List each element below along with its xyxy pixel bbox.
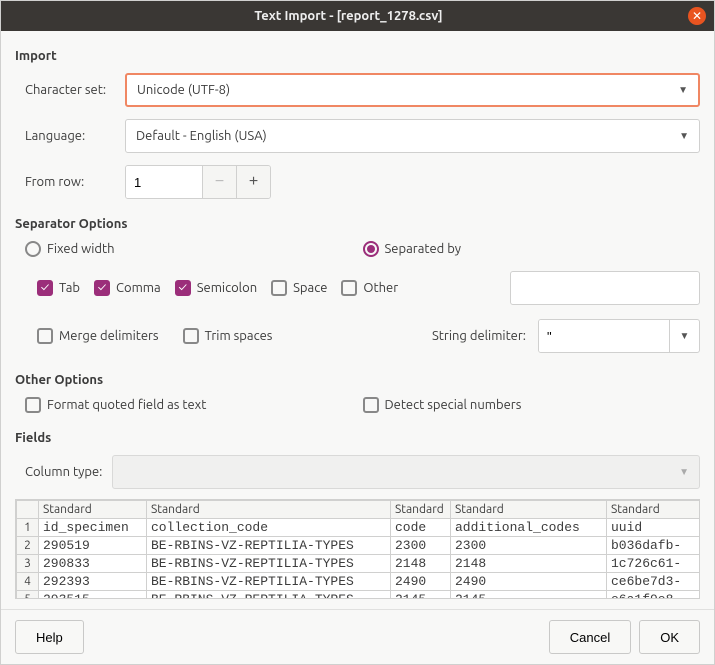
format-quoted-checkbox[interactable] — [25, 397, 41, 413]
fromrow-label: From row: — [15, 175, 125, 189]
table-cell: 290833 — [39, 555, 147, 573]
table-cell: 2145 — [451, 591, 607, 600]
button-bar: Help Cancel OK — [1, 609, 714, 664]
table-row[interactable]: 2290519BE-RBINS-VZ-REPTILIA-TYPES2300230… — [17, 537, 701, 555]
help-button[interactable]: Help — [15, 620, 84, 654]
fromrow-spinner[interactable]: − + — [125, 165, 271, 199]
table-cell: BE-RBINS-VZ-REPTILIA-TYPES — [147, 573, 391, 591]
rownum-cell: 4 — [17, 573, 39, 591]
stringdelim-combo[interactable]: ▼ — [538, 319, 700, 353]
chevron-down-icon: ▼ — [678, 84, 688, 96]
merge-label: Merge delimiters — [59, 329, 159, 343]
window-title: Text Import - [report_1278.csv] — [9, 9, 688, 23]
comma-checkbox[interactable] — [94, 280, 110, 296]
table-cell: 290519 — [39, 537, 147, 555]
table-cell: 292393 — [39, 573, 147, 591]
stringdelim-label: String delimiter: — [432, 329, 526, 343]
chevron-down-icon: ▼ — [679, 130, 689, 142]
coltype-label: Column type: — [25, 465, 102, 479]
table-cell: 2300 — [451, 537, 607, 555]
language-value: Default - English (USA) — [136, 129, 267, 143]
column-header[interactable]: Standard — [39, 501, 147, 519]
separated-by-radio[interactable] — [363, 241, 379, 257]
fromrow-decrement[interactable]: − — [202, 166, 236, 198]
rownum-cell: 3 — [17, 555, 39, 573]
other-section-title: Other Options — [15, 373, 700, 387]
trim-checkbox[interactable] — [183, 328, 199, 344]
rownum-cell: 1 — [17, 519, 39, 537]
table-cell: additional_codes — [451, 519, 607, 537]
table-cell: uuid — [607, 519, 701, 537]
coltype-select: ▼ — [112, 455, 700, 489]
fromrow-increment[interactable]: + — [236, 166, 270, 198]
semicolon-label: Semicolon — [197, 281, 257, 295]
table-cell: 1c726c61- — [607, 555, 701, 573]
charset-value: Unicode (UTF-8) — [137, 83, 230, 97]
fixed-width-radio[interactable] — [25, 241, 41, 257]
trim-label: Trim spaces — [205, 329, 273, 343]
table-row[interactable]: 1id_specimencollection_codecodeadditiona… — [17, 519, 701, 537]
column-header[interactable]: Standard — [607, 501, 701, 519]
table-cell: e6a1f9e8- — [607, 591, 701, 600]
table-cell: 2148 — [391, 555, 451, 573]
charset-select[interactable]: Unicode (UTF-8) ▼ — [125, 73, 700, 107]
table-cell: 2300 — [391, 537, 451, 555]
table-cell: id_specimen — [39, 519, 147, 537]
column-header[interactable]: Standard — [451, 501, 607, 519]
column-header[interactable]: Standard — [391, 501, 451, 519]
separated-by-label: Separated by — [385, 242, 462, 256]
comma-label: Comma — [116, 281, 161, 295]
other-checkbox[interactable] — [341, 280, 357, 296]
table-cell: collection_code — [147, 519, 391, 537]
dialog-content: Import Character set: Unicode (UTF-8) ▼ … — [1, 31, 714, 609]
table-cell: 2490 — [391, 573, 451, 591]
column-header[interactable]: Standard — [147, 501, 391, 519]
ok-button[interactable]: OK — [639, 620, 700, 654]
table-row[interactable]: 5293515BE-RBINS-VZ-REPTILIA-TYPES2145214… — [17, 591, 701, 600]
table-cell: 2148 — [451, 555, 607, 573]
separator-section-title: Separator Options — [15, 217, 700, 231]
cancel-button[interactable]: Cancel — [549, 620, 631, 654]
tab-label: Tab — [59, 281, 80, 295]
space-checkbox[interactable] — [271, 280, 287, 296]
other-label: Other — [363, 281, 398, 295]
fields-section-title: Fields — [15, 431, 700, 445]
chevron-down-icon: ▼ — [679, 466, 689, 478]
detect-special-checkbox[interactable] — [363, 397, 379, 413]
titlebar: Text Import - [report_1278.csv] ✕ — [1, 1, 714, 31]
table-cell: BE-RBINS-VZ-REPTILIA-TYPES — [147, 591, 391, 600]
charset-label: Character set: — [15, 83, 125, 97]
fixed-width-label: Fixed width — [47, 242, 115, 256]
other-separator-input[interactable] — [510, 271, 700, 305]
table-cell: b036dafb- — [607, 537, 701, 555]
chevron-down-icon[interactable]: ▼ — [669, 320, 699, 352]
rownum-cell: 2 — [17, 537, 39, 555]
language-select[interactable]: Default - English (USA) ▼ — [125, 119, 700, 153]
table-row[interactable]: 4292393BE-RBINS-VZ-REPTILIA-TYPES2490249… — [17, 573, 701, 591]
detect-special-label: Detect special numbers — [385, 398, 522, 412]
table-cell: code — [391, 519, 451, 537]
language-label: Language: — [15, 129, 125, 143]
stringdelim-input[interactable] — [539, 320, 669, 352]
merge-checkbox[interactable] — [37, 328, 53, 344]
import-section-title: Import — [15, 49, 700, 63]
space-label: Space — [293, 281, 327, 295]
table-cell: BE-RBINS-VZ-REPTILIA-TYPES — [147, 555, 391, 573]
preview-table[interactable]: StandardStandardStandardStandardStandard… — [15, 499, 700, 599]
rownum-cell: 5 — [17, 591, 39, 600]
tab-checkbox[interactable] — [37, 280, 53, 296]
table-row[interactable]: 3290833BE-RBINS-VZ-REPTILIA-TYPES2148214… — [17, 555, 701, 573]
table-cell: 293515 — [39, 591, 147, 600]
table-cell: 2145 — [391, 591, 451, 600]
close-icon[interactable]: ✕ — [688, 7, 706, 25]
fromrow-input[interactable] — [126, 166, 202, 198]
format-quoted-label: Format quoted field as text — [47, 398, 206, 412]
semicolon-checkbox[interactable] — [175, 280, 191, 296]
dialog-window: Text Import - [report_1278.csv] ✕ Import… — [0, 0, 715, 665]
table-cell: 2490 — [451, 573, 607, 591]
rownum-header — [17, 501, 39, 519]
table-cell: ce6be7d3- — [607, 573, 701, 591]
table-cell: BE-RBINS-VZ-REPTILIA-TYPES — [147, 537, 391, 555]
